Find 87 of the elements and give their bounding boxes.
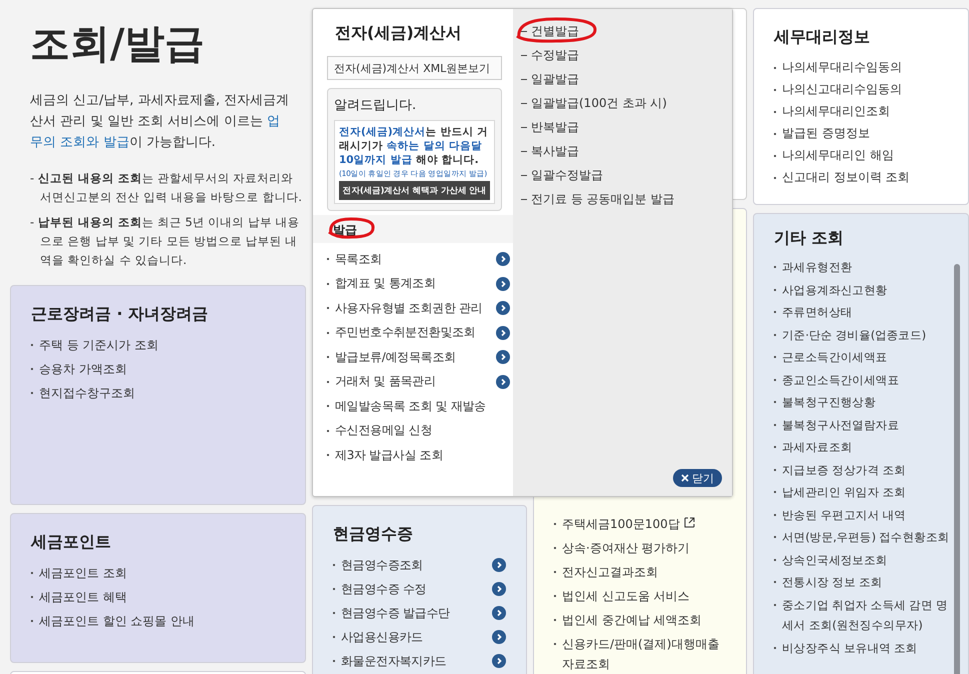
submenu-item[interactable]: 건별발급 — [521, 19, 579, 43]
card-link[interactable]: 반송된 우편고지서 내역 — [774, 504, 954, 525]
card-title: 기타 조회 — [774, 228, 845, 249]
card-link[interactable]: 나의세무대리수임동의 — [774, 58, 948, 76]
card-link[interactable]: 현지접수창구조회 — [31, 383, 285, 403]
menu-item[interactable]: 주민번호수취분전환및조회 — [327, 324, 476, 342]
popup-title: 전자(세금)계산서 — [334, 23, 463, 44]
card-link[interactable]: 현금영수증 수정 — [333, 579, 426, 599]
menu-item[interactable]: 제3자 발급사실 조회 — [327, 446, 443, 464]
card-title: 근로장려금 · 자녀장려금 — [31, 304, 210, 325]
note: - 신고된 내용의 조회는 관할세무서의 자료처리와 서면신고분의 전산 입력 내용을 바탕으로 합니다. — [30, 170, 303, 206]
notice-title: 알려드립니다. — [334, 97, 418, 114]
arrow-circle-icon[interactable] — [492, 582, 506, 596]
submenu-item[interactable]: 전기료 등 공동매입분 발급 — [521, 187, 674, 211]
menu-item[interactable]: 사용자유형별 조회권한 관리 — [327, 300, 482, 317]
card-link[interactable]: 과세유형전환 — [774, 257, 954, 278]
arrow-circle-icon[interactable] — [496, 326, 510, 340]
menu-item[interactable]: 거래처 및 품목관리 — [327, 373, 436, 390]
card-link[interactable]: 세금포인트 혜택 — [31, 587, 285, 607]
card-link[interactable]: 불복청구사전열람자료 — [774, 414, 954, 435]
card-title: 세무대리정보 — [774, 27, 871, 48]
arrow-circle-icon[interactable] — [492, 606, 506, 620]
description: 세금의 신고/납부, 과세자료제출, 전자세금계산서 관리 및 일반 조회 서비스에 이르는 업무의 조회와 발급이 가능합니다. — [30, 92, 290, 152]
card-link[interactable]: 서면(방문,우편등) 접수현황조회 — [774, 527, 954, 548]
card-link[interactable]: 나의신고대리수임동의 — [774, 80, 948, 98]
card-link[interactable]: 신용카드/판매(결제)대행매출 자료조회 — [554, 634, 726, 674]
card-link[interactable]: 사업용계좌신고현황 — [774, 280, 954, 300]
note: - 납부된 내용의 조회는 최근 5년 이내의 납부 내용으로 은행 납부 및 기타 모든 방법으로 납부된 내역을 확인하실 수 있습니다. — [30, 214, 300, 269]
card-link[interactable]: 근로소득간이세액표 — [774, 347, 954, 368]
arrow-circle-icon[interactable] — [496, 276, 510, 291]
card-link[interactable]: 지급보증 정상가격 조회 — [774, 460, 954, 480]
card-link[interactable]: 발급된 증명정보 — [774, 124, 948, 142]
menu-item[interactable]: 목록조회 — [327, 250, 382, 268]
card-link[interactable]: 주택 등 기준시가 조회 — [31, 335, 285, 355]
notice-text: 전자(세금)계산서는 반드시 거래시기가 속하는 달의 다음달 10일까지 발급 해야 합니다. — [339, 125, 489, 167]
page-title: 조회/발급 — [30, 20, 206, 68]
card-link[interactable]: 세금포인트 할인 쇼핑몰 안내 — [31, 611, 285, 631]
menu-item[interactable]: 발급보류/예정목록조회 — [327, 348, 456, 366]
arrow-circle-icon[interactable] — [496, 374, 510, 389]
card-link[interactable]: 현금영수증조회 — [333, 555, 423, 575]
submenu-item[interactable]: 일괄발급(100건 초과 시) — [521, 91, 667, 115]
card-link[interactable]: 나의세무대리인조회 — [774, 102, 948, 120]
arrow-circle-icon[interactable] — [492, 558, 506, 572]
card-link[interactable]: 전자신고결과조회 — [554, 562, 726, 582]
card-link[interactable]: 납세관리인 위임자 조회 — [774, 482, 954, 502]
card-link[interactable]: 상속·증여재산 평가하기 — [554, 538, 726, 558]
close-icon — [681, 474, 689, 482]
card-link[interactable]: 주택세금100문100답 — [554, 514, 726, 534]
arrow-circle-icon[interactable] — [492, 630, 506, 644]
card-link[interactable]: 현금영수증 발급수단 — [333, 603, 450, 623]
menu-item[interactable]: 수신전용메일 신청 — [327, 422, 432, 440]
card-link[interactable]: 법인세 중간예납 세액조회 — [554, 610, 726, 630]
card-link[interactable]: 기준·단순 경비율(업종코드) — [774, 324, 954, 345]
arrow-circle-icon[interactable] — [496, 350, 510, 364]
card-link[interactable]: 비상장주식 보유내역 조회 — [774, 638, 954, 658]
card-link[interactable]: 승용차 가액조회 — [31, 359, 285, 379]
menu-item[interactable]: 합계표 및 통계조회 — [327, 275, 436, 292]
menu-item[interactable]: 메일발송목록 조회 및 재발송 — [327, 398, 486, 415]
arrow-circle-icon[interactable] — [492, 654, 506, 668]
card-link[interactable]: 종교인소득간이세액표 — [774, 370, 954, 390]
submenu-item[interactable]: 복사발급 — [521, 139, 579, 163]
card-title: 세금포인트 — [31, 532, 112, 553]
card-link[interactable]: 나의세무대리인 해임 — [774, 146, 948, 164]
annotation-ring — [325, 216, 377, 240]
guide-button[interactable]: 전자(세금)계산서 혜택과 가산세 안내 — [339, 181, 490, 200]
card-link[interactable]: 화물운전자복지카드 — [333, 651, 446, 671]
card-link[interactable]: 법인세 신고도움 서비스 — [554, 586, 726, 606]
submenu-item[interactable]: 수정발급 — [521, 43, 579, 67]
card-link[interactable]: 불복청구진행상황 — [774, 392, 954, 412]
card-link[interactable]: 과세자료조회 — [774, 437, 954, 458]
card-link[interactable]: 사업용신용카드 — [333, 627, 423, 647]
submenu-item[interactable]: 일괄발급 — [521, 67, 579, 91]
card-link[interactable]: 신고대리 정보이력 조회 — [774, 168, 948, 186]
card-link[interactable]: 주류면허상태 — [774, 302, 954, 322]
card-link[interactable]: 중소기업 취업자 소득세 감면 명세서 조회(원천징수의무자) — [774, 594, 954, 636]
card-link[interactable]: 전통시장 정보 조회 — [774, 572, 954, 592]
scrollbar[interactable] — [954, 264, 960, 674]
submenu-item[interactable]: 일괄수정발급 — [521, 163, 603, 187]
card-title: 현금영수증 — [333, 524, 414, 545]
external-link-icon — [684, 517, 695, 528]
card-link[interactable]: 세금포인트 조회 — [31, 563, 285, 583]
card-link[interactable]: 상속인국세정보조회 — [774, 550, 954, 570]
xml-view-button[interactable]: 전자(세금)계산서 XML원본보기 — [327, 56, 502, 80]
submenu-item[interactable]: 반복발급 — [521, 115, 579, 139]
arrow-circle-icon[interactable] — [496, 301, 510, 316]
arrow-circle-icon[interactable] — [496, 252, 510, 266]
close-button[interactable]: 닫기 — [673, 469, 722, 487]
